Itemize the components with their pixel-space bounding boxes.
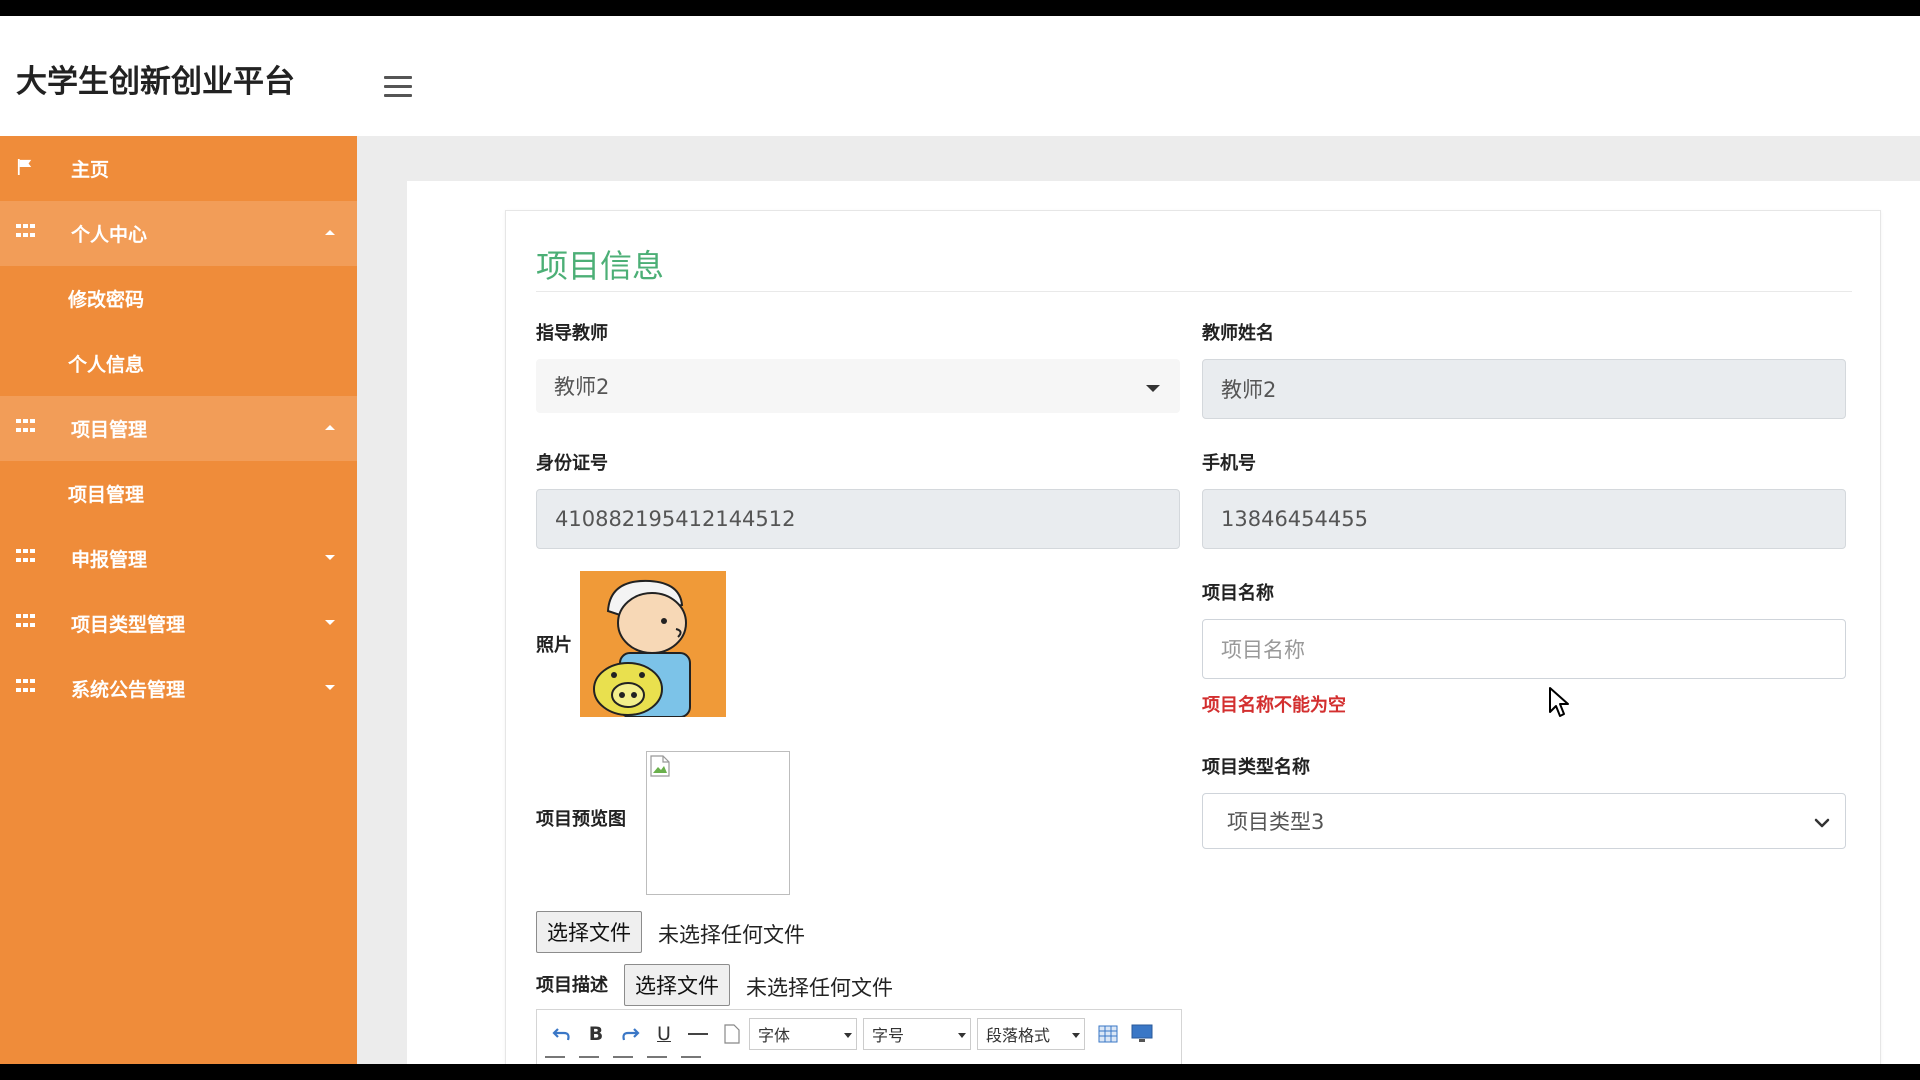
- sidebar-item-label: 系统公告管理: [71, 679, 186, 701]
- paragraph-format-dropdown[interactable]: 段落格式: [977, 1018, 1085, 1050]
- description-label: 项目描述: [536, 975, 608, 996]
- sidebar-item-label: 个人中心: [71, 224, 148, 246]
- project-info-card: 项目信息 指导教师 教师2 教师姓名 教师2 身份证号 410882195412…: [505, 210, 1881, 1064]
- grid-icon: [16, 419, 35, 435]
- caret-down-icon: [958, 1033, 966, 1038]
- project-type-label: 项目类型名称: [1202, 757, 1310, 778]
- editor-toolbar: B U 字体 字号 段落格式: [545, 1016, 1159, 1052]
- phone-label: 手机号: [1202, 453, 1256, 474]
- flag-icon: [17, 159, 32, 175]
- caret-down-icon: [325, 620, 335, 625]
- caret-down-icon: [844, 1033, 852, 1038]
- grid-icon: [16, 679, 35, 695]
- font-size-dropdown[interactable]: 字号: [863, 1018, 971, 1050]
- chevron-down-icon: [1814, 818, 1830, 828]
- sidebar-item-project-type-mgmt[interactable]: 项目类型管理: [0, 591, 357, 656]
- description-choose-file-button[interactable]: 选择文件: [624, 964, 730, 1006]
- bold-icon[interactable]: B: [579, 1018, 613, 1050]
- grid-icon: [16, 224, 35, 240]
- caret-down-icon: [1072, 1033, 1080, 1038]
- teacher-label: 指导教师: [536, 323, 608, 344]
- paragraph-format-label: 段落格式: [986, 1026, 1051, 1045]
- preview-label: 项目预览图: [536, 809, 626, 830]
- sidebar-item-personal-center[interactable]: 个人中心: [0, 201, 357, 266]
- preview-image-frame: [646, 751, 790, 895]
- sidebar-item-home[interactable]: 主页: [0, 136, 357, 201]
- sidebar-item-announcement-mgmt[interactable]: 系统公告管理: [0, 656, 357, 721]
- grid-icon: [16, 614, 35, 630]
- caret-down-icon: [1146, 385, 1160, 392]
- horizontal-rule-icon[interactable]: [681, 1018, 715, 1050]
- menu-toggle-icon[interactable]: [384, 76, 412, 98]
- project-name-label: 项目名称: [1202, 583, 1274, 604]
- redo-icon[interactable]: [613, 1018, 647, 1050]
- caret-up-icon: [325, 230, 335, 235]
- grid-icon: [16, 549, 35, 565]
- sidebar-item-label: 主页: [71, 159, 110, 181]
- phone-field: 13846454455: [1202, 489, 1846, 549]
- caret-up-icon: [325, 425, 335, 430]
- sidebar-item-label: 项目类型管理: [71, 614, 186, 636]
- sidebar-item-label: 申报管理: [71, 549, 148, 571]
- rich-text-editor[interactable]: B U 字体 字号 段落格式: [536, 1009, 1182, 1064]
- teacher-name-field: 教师2: [1202, 359, 1846, 419]
- table-icon[interactable]: [1091, 1018, 1125, 1050]
- project-name-input[interactable]: 项目名称: [1202, 619, 1846, 679]
- sidebar-item-label: 项目管理: [71, 419, 148, 441]
- teacher-select[interactable]: 教师2: [536, 359, 1180, 413]
- editor-toolbar-row-2: [545, 1056, 701, 1064]
- app-screen: 大学生创新创业平台 主页 个人中心 修改密码 个人信息 项目管理 项目管理 申报…: [0, 16, 1920, 1064]
- teacher-select-value: 教师2: [554, 375, 610, 399]
- preview-file-status: 未选择任何文件: [658, 923, 805, 947]
- font-family-label: 字体: [758, 1026, 791, 1045]
- sidebar-item-project-mgmt[interactable]: 项目管理: [0, 396, 357, 461]
- teacher-name-label: 教师姓名: [1202, 323, 1274, 344]
- photo-label: 照片: [536, 635, 572, 656]
- preview-choose-file-button[interactable]: 选择文件: [536, 911, 642, 953]
- project-name-error: 项目名称不能为空: [1202, 695, 1346, 716]
- undo-icon[interactable]: [545, 1018, 579, 1050]
- font-size-label: 字号: [872, 1026, 905, 1045]
- sidebar-item-report-mgmt[interactable]: 申报管理: [0, 526, 357, 591]
- brand-title: 大学生创新创业平台: [16, 64, 295, 100]
- avatar-photo: [580, 571, 726, 717]
- id-number-label: 身份证号: [536, 453, 608, 474]
- caret-down-icon: [325, 555, 335, 560]
- content-wrapper: 项目信息 指导教师 教师2 教师姓名 教师2 身份证号 410882195412…: [407, 181, 1920, 1064]
- project-type-select[interactable]: 项目类型3: [1202, 793, 1846, 849]
- caret-down-icon: [325, 685, 335, 690]
- underline-icon[interactable]: U: [647, 1018, 681, 1050]
- id-number-field: 410882195412144512: [536, 489, 1180, 549]
- broken-image-icon: [650, 755, 670, 777]
- description-file-status: 未选择任何文件: [746, 976, 893, 1000]
- main-area: 项目信息 指导教师 教师2 教师姓名 教师2 身份证号 410882195412…: [357, 136, 1920, 1064]
- divider: [536, 291, 1852, 292]
- sidebar-subitem-personal-info[interactable]: 个人信息: [0, 331, 357, 396]
- sidebar-subitem-change-password[interactable]: 修改密码: [0, 266, 357, 331]
- card-title: 项目信息: [536, 247, 665, 285]
- mouse-cursor-icon: [1549, 687, 1569, 717]
- sidebar: 主页 个人中心 修改密码 个人信息 项目管理 项目管理 申报管理 项目类型管理 …: [0, 136, 357, 1064]
- project-type-value: 项目类型3: [1227, 810, 1325, 834]
- sidebar-subitem-project-mgmt[interactable]: 项目管理: [0, 461, 357, 526]
- preview-monitor-icon[interactable]: [1125, 1018, 1159, 1050]
- top-header: 大学生创新创业平台: [0, 16, 1920, 136]
- new-document-icon[interactable]: [715, 1018, 749, 1050]
- font-family-dropdown[interactable]: 字体: [749, 1018, 857, 1050]
